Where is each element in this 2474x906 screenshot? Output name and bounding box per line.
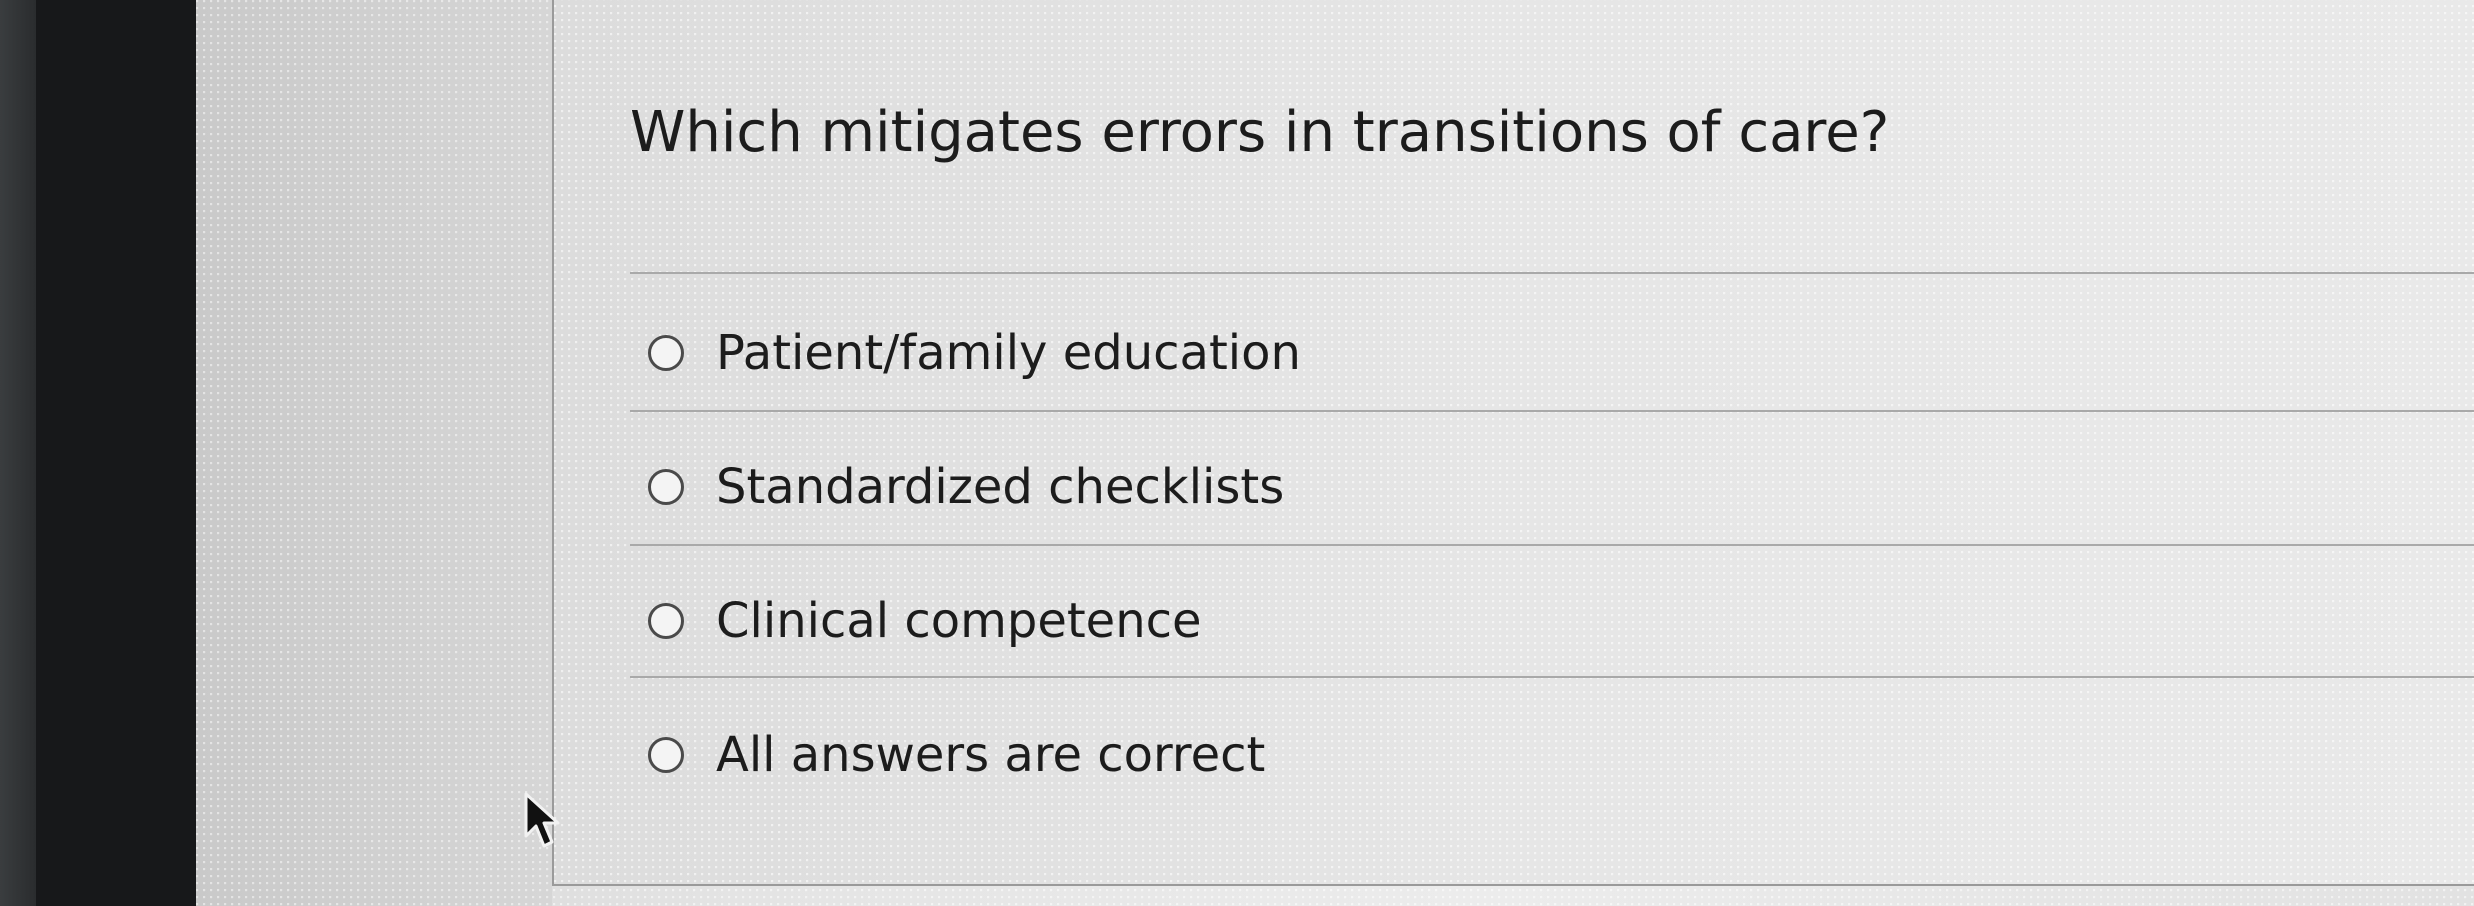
option-divider [630,410,2474,412]
answer-option-2[interactable]: Standardized checklists [648,452,1284,522]
answer-option-1[interactable]: Patient/family education [648,318,1301,388]
mouse-pointer-icon [524,792,560,848]
answer-option-label: All answers are correct [716,727,1266,783]
radio-button-icon[interactable] [648,737,684,773]
page-margin [196,0,552,906]
answer-option-label: Patient/family education [716,325,1301,381]
option-divider [630,676,2474,678]
answer-option-3[interactable]: Clinical competence [648,586,1202,656]
radio-button-icon[interactable] [648,335,684,371]
radio-button-icon[interactable] [648,469,684,505]
answer-option-label: Standardized checklists [716,459,1285,515]
answer-option-4[interactable]: All answers are correct [648,720,1265,790]
monitor-bezel [36,0,196,906]
monitor-edge [0,0,36,906]
question-text: Which mitigates errors in transitions of… [630,100,1890,165]
question-divider [630,272,2474,274]
option-divider [630,544,2474,546]
radio-button-icon[interactable] [648,603,684,639]
screen: Which mitigates errors in transitions of… [0,0,2474,906]
answer-option-label: Clinical competence [716,593,1202,649]
